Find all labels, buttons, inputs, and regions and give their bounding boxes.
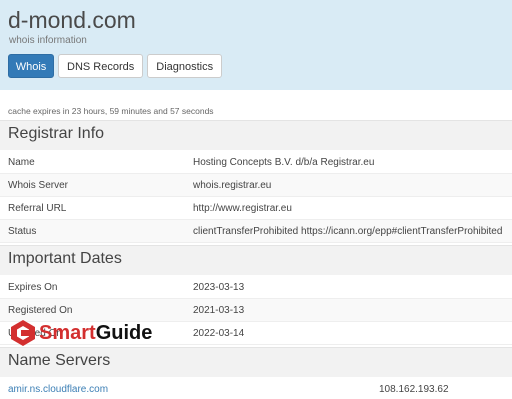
site-subtitle: whois information xyxy=(9,35,87,46)
tab-whois[interactable]: Whois xyxy=(8,54,54,78)
row-key: Referral URL xyxy=(8,203,67,214)
watermark-text-a: Smart xyxy=(39,321,96,344)
smartguide-logo-icon xyxy=(11,320,35,346)
row-value: 2021-03-13 xyxy=(193,305,245,316)
tab-bar: Whois DNS Records Diagnostics xyxy=(8,54,226,78)
row-value: 2023-03-13 xyxy=(193,282,245,293)
nameserver-ip: 108.162.193.62 xyxy=(379,384,449,395)
row-value: 2022-03-14 xyxy=(193,328,245,339)
site-title: d-mond.com xyxy=(8,7,136,33)
nameserver-link[interactable]: amir.ns.cloudflare.com xyxy=(8,380,108,399)
row-value: Hosting Concepts B.V. d/b/a Registrar.eu xyxy=(193,157,375,168)
row-key: Expires On xyxy=(8,282,58,293)
table-row: Status clientTransferProhibited https://… xyxy=(0,220,512,243)
table-row: Expires On 2023-03-13 xyxy=(0,276,512,299)
section-title: Registrar Info xyxy=(8,125,105,142)
smartguide-watermark: SmartGuide xyxy=(10,318,152,348)
section-title: Important Dates xyxy=(8,250,122,267)
cache-expiry-text: cache expires in 23 hours, 59 minutes an… xyxy=(8,106,214,116)
table-row: Name Hosting Concepts B.V. d/b/a Registr… xyxy=(0,151,512,174)
tab-diagnostics[interactable]: Diagnostics xyxy=(147,54,223,78)
watermark-text: SmartGuide xyxy=(39,322,152,345)
row-value: http://www.registrar.eu xyxy=(193,203,292,214)
name-servers-header: Name Servers xyxy=(0,347,512,377)
table-row: Referral URL http://www.registrar.eu xyxy=(0,197,512,220)
row-value: whois.registrar.eu xyxy=(193,180,272,191)
row-key: Whois Server xyxy=(8,180,69,191)
nameserver-row: amir.ns.cloudflare.com 108.162.193.62 xyxy=(0,380,512,399)
registrar-info-header: Registrar Info xyxy=(0,120,512,150)
row-value: clientTransferProhibited https://icann.o… xyxy=(193,226,503,237)
row-key: Name xyxy=(8,157,35,168)
section-title: Name Servers xyxy=(8,352,111,369)
tab-dns-records[interactable]: DNS Records xyxy=(58,54,144,78)
table-row: Whois Server whois.registrar.eu xyxy=(0,174,512,197)
row-key: Status xyxy=(8,226,37,237)
site-header: d-mond.com whois information Whois DNS R… xyxy=(0,0,512,90)
watermark-text-b: Guide xyxy=(95,321,153,344)
important-dates-header: Important Dates xyxy=(0,245,512,275)
